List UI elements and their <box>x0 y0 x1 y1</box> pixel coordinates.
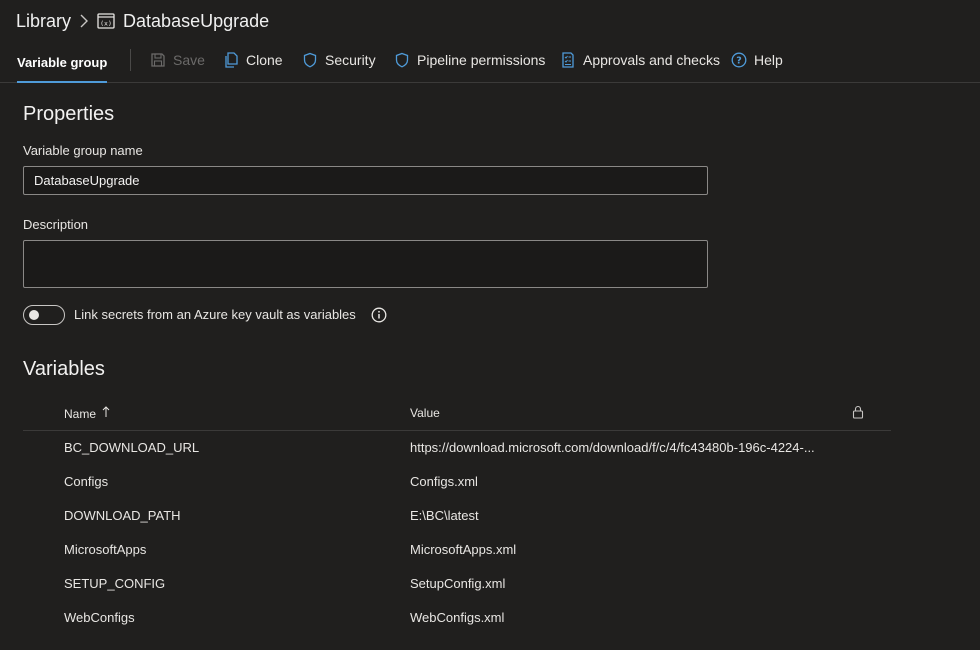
variable-group-icon: (x) <box>97 13 115 29</box>
variable-name: Configs <box>64 474 109 489</box>
name-column-label: Name <box>64 406 97 421</box>
variables-heading: Variables <box>23 358 105 380</box>
variable-name: WebConfigs <box>64 610 135 625</box>
clone-icon <box>223 52 239 68</box>
variable-group-name-input[interactable] <box>23 166 708 195</box>
variable-value: WebConfigs.xml <box>410 610 505 625</box>
value-column-header: Value <box>410 406 440 420</box>
description-label: Description <box>23 217 89 232</box>
shield-icon <box>394 52 410 68</box>
link-secrets-toggle[interactable] <box>23 305 65 325</box>
table-header: Name Value <box>23 397 891 431</box>
variable-value: https://download.microsoft.com/download/… <box>410 440 815 455</box>
variable-name: MicrosoftApps <box>64 542 147 557</box>
variable-value: Configs.xml <box>410 474 478 489</box>
info-icon[interactable] <box>371 307 387 323</box>
variable-name: BC_DOWNLOAD_URL <box>64 440 200 455</box>
help-label: Help <box>754 52 783 68</box>
variable-name: SETUP_CONFIG <box>64 576 166 591</box>
variable-name: DOWNLOAD_PATH <box>64 508 181 523</box>
save-icon <box>150 52 166 68</box>
approvals-and-checks-button[interactable]: Approvals and checks <box>560 42 720 78</box>
variable-group-name-label: Variable group name <box>23 143 143 158</box>
sort-ascending-icon <box>102 406 110 421</box>
table-row[interactable]: Configs Configs.xml <box>23 465 891 499</box>
toggle-knob <box>29 310 39 320</box>
table-row[interactable]: DOWNLOAD_PATH E:\BC\latest <box>23 499 891 533</box>
variable-value: E:\BC\latest <box>410 508 479 523</box>
svg-text:(x): (x) <box>100 20 112 28</box>
security-button[interactable]: Security <box>302 42 376 78</box>
variable-value: SetupConfig.xml <box>410 576 506 591</box>
security-label: Security <box>325 52 376 68</box>
shield-icon <box>302 52 318 68</box>
save-label: Save <box>173 52 205 68</box>
save-button[interactable]: Save <box>150 42 205 78</box>
toolbar: Variable group Save Clone Security Pipel… <box>0 42 980 83</box>
clone-button[interactable]: Clone <box>223 42 283 78</box>
help-button[interactable]: ? Help <box>731 42 783 78</box>
pipeline-permissions-label: Pipeline permissions <box>417 52 546 68</box>
table-row[interactable]: BC_DOWNLOAD_URL https://download.microso… <box>23 431 891 465</box>
table-row[interactable]: SETUP_CONFIG SetupConfig.xml <box>23 567 891 601</box>
svg-text:?: ? <box>736 56 742 67</box>
breadcrumb: Library (x) DatabaseUpgrade <box>16 9 269 33</box>
description-input[interactable] <box>23 240 708 288</box>
checklist-icon <box>560 52 576 68</box>
clone-label: Clone <box>246 52 283 68</box>
name-column-header[interactable]: Name <box>64 406 110 421</box>
help-icon: ? <box>731 52 747 68</box>
lock-icon <box>852 405 864 422</box>
link-secrets-label: Link secrets from an Azure key vault as … <box>74 307 356 322</box>
page-title: DatabaseUpgrade <box>123 10 270 31</box>
approvals-label: Approvals and checks <box>583 52 720 68</box>
breadcrumb-library-link[interactable]: Library <box>16 11 71 32</box>
pipeline-permissions-button[interactable]: Pipeline permissions <box>394 42 545 78</box>
properties-heading: Properties <box>23 103 115 125</box>
tab-variable-group[interactable]: Variable group <box>17 42 108 83</box>
table-row[interactable]: WebConfigs WebConfigs.xml <box>23 601 891 635</box>
chevron-right-icon <box>79 14 89 28</box>
table-row[interactable]: MicrosoftApps MicrosoftApps.xml <box>23 533 891 567</box>
variable-value: MicrosoftApps.xml <box>410 542 517 557</box>
toolbar-divider <box>130 49 131 71</box>
variables-table: Name Value BC_DOWNLOAD_URL https://downl… <box>23 397 891 635</box>
